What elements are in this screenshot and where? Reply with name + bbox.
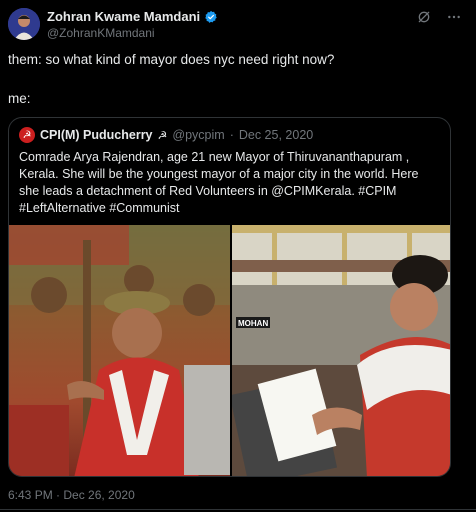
author-display-name[interactable]: Zohran Kwame Mamdani <box>47 9 200 24</box>
quoted-author-name[interactable]: CPI(M) Puducherry <box>40 128 153 142</box>
quoted-post-media: MOHAN <box>9 225 450 476</box>
photo-left-illustration <box>9 225 230 476</box>
author-handle[interactable]: @ZohranKMamdani <box>47 26 155 40</box>
quoted-name-symbol: ☭ <box>157 129 168 142</box>
grok-icon[interactable] <box>416 9 432 25</box>
divider <box>0 509 476 510</box>
post-actions-top <box>416 9 462 25</box>
quoted-post-date[interactable]: Dec 25, 2020 <box>239 128 313 142</box>
photo-council-hall[interactable]: MOHAN <box>231 225 450 476</box>
quoted-post[interactable]: ☭ CPI(M) Puducherry ☭ @pycpim · Dec 25, … <box>8 117 451 477</box>
tweet-text-line-1: them: so what kind of mayor does nyc nee… <box>8 52 335 67</box>
tweet-text-line-2: me: <box>8 91 31 106</box>
avatar[interactable] <box>8 8 40 40</box>
quoted-post-text: Comrade Arya Rajendran, age 21 new Mayor… <box>19 150 419 215</box>
photo-right-illustration: MOHAN <box>231 225 450 476</box>
post-timestamp[interactable]: 6:43 PM · Dec 26, 2020 <box>8 488 135 502</box>
more-icon[interactable] <box>446 9 462 25</box>
post: Zohran Kwame Mamdani @ZohranKMamdani the… <box>0 0 476 512</box>
avatar-image <box>8 8 40 40</box>
quoted-post-header: ☭ CPI(M) Puducherry ☭ @pycpim · Dec 25, … <box>19 127 313 143</box>
name-sign-text: MOHAN <box>238 319 268 328</box>
hammer-sickle-icon: ☭ <box>19 127 35 143</box>
separator-dot: · <box>229 128 234 142</box>
verified-badge-icon <box>205 10 217 23</box>
quoted-author-handle[interactable]: @pycpim <box>172 128 224 142</box>
author-name-row[interactable]: Zohran Kwame Mamdani <box>47 9 218 24</box>
photo-volunteer-march[interactable] <box>9 225 230 476</box>
